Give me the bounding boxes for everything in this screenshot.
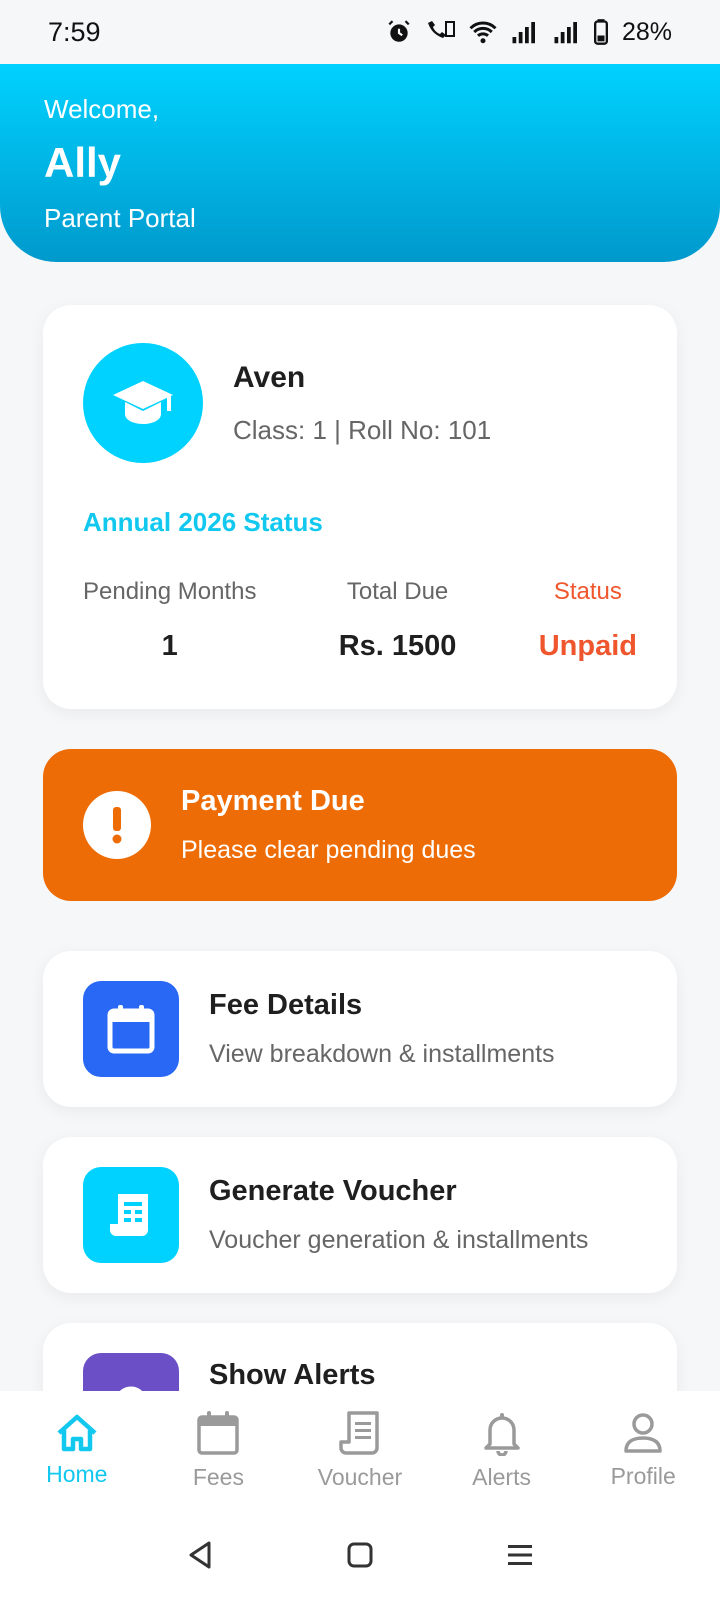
stat-label: Pending Months	[83, 578, 257, 605]
nav-item-alerts[interactable]: Alerts	[437, 1410, 567, 1491]
welcome-header: Welcome, Ally Parent Portal	[0, 64, 720, 262]
nav-item-home[interactable]: Home	[12, 1413, 142, 1488]
calendar-icon	[197, 1410, 240, 1455]
nav-item-fees[interactable]: Fees	[153, 1410, 283, 1491]
person-icon	[624, 1412, 662, 1453]
nav-label: Fees	[192, 1463, 244, 1490]
nav-label: Voucher	[317, 1463, 403, 1490]
receipt-icon	[339, 1410, 379, 1455]
payment-due-subtitle: Please clear pending dues	[181, 836, 476, 864]
back-icon[interactable]	[185, 1539, 215, 1571]
stat-total-due: Total Due Rs. 1500	[339, 578, 457, 663]
status-icons: 28%	[386, 18, 672, 47]
signal-icon	[554, 22, 577, 44]
action-title: Show Alerts	[209, 1359, 376, 1391]
portal-subtitle: Parent Portal	[44, 203, 196, 233]
calendar-icon	[83, 981, 179, 1077]
nav-item-voucher[interactable]: Voucher	[295, 1410, 425, 1491]
stat-label: Status	[553, 578, 622, 605]
nav-item-profile[interactable]: Profile	[578, 1411, 708, 1490]
action-title: Fee Details	[209, 989, 363, 1021]
student-class-roll: Class: 1 | Roll No: 101	[233, 414, 492, 445]
fee-stats: Pending Months 1 Total Due Rs. 1500 Stat…	[83, 578, 637, 663]
status-time: 7:59	[48, 16, 101, 47]
menu-icon[interactable]	[505, 1541, 535, 1569]
welcome-text: Welcome,	[44, 94, 160, 124]
home-icon	[57, 1414, 97, 1451]
battery-percent: 28%	[621, 17, 672, 46]
status-bar: 7:59 28%	[0, 0, 720, 64]
student-avatar	[83, 343, 203, 463]
volte-call-icon	[427, 21, 455, 38]
graduation-cap-icon	[113, 381, 173, 424]
status-badge: Unpaid	[538, 630, 637, 662]
student-name: Aven	[233, 360, 306, 394]
stat-label: Total Due	[346, 578, 449, 605]
fee-details-card[interactable]: Fee Details View breakdown & installment…	[43, 951, 677, 1107]
battery-icon	[593, 19, 608, 45]
stat-status: Status Unpaid	[539, 578, 637, 663]
student-card: Aven Class: 1 | Roll No: 101 Annual 2026…	[43, 305, 677, 709]
alarm-icon	[388, 20, 410, 42]
parent-name: Ally	[44, 139, 122, 186]
exclamation-icon	[83, 791, 151, 859]
annual-status-title: Annual 2026 Status	[83, 507, 323, 537]
stat-value: 1	[161, 630, 178, 662]
bottom-nav: Home Fees Voucher Alerts Profile	[0, 1391, 720, 1509]
stat-pending-months: Pending Months 1	[83, 578, 256, 663]
nav-label: Profile	[610, 1462, 676, 1489]
payment-due-title: Payment Due	[181, 785, 365, 817]
stat-value: Rs. 1500	[338, 630, 457, 662]
action-title: Generate Voucher	[209, 1175, 457, 1207]
payment-due-banner[interactable]: Payment Due Please clear pending dues	[43, 749, 677, 901]
nav-label: Home	[46, 1460, 108, 1487]
signal-icon	[512, 22, 535, 44]
generate-voucher-card[interactable]: Generate Voucher Voucher generation & in…	[43, 1137, 677, 1293]
system-nav-bar	[0, 1509, 720, 1600]
wifi-icon	[469, 21, 497, 44]
receipt-icon	[83, 1167, 179, 1263]
action-subtitle: View breakdown & installments	[209, 1040, 555, 1068]
bell-icon	[483, 1412, 520, 1456]
home-square-icon[interactable]	[346, 1541, 374, 1569]
nav-label: Alerts	[472, 1463, 531, 1490]
action-subtitle: Voucher generation & installments	[209, 1226, 589, 1254]
